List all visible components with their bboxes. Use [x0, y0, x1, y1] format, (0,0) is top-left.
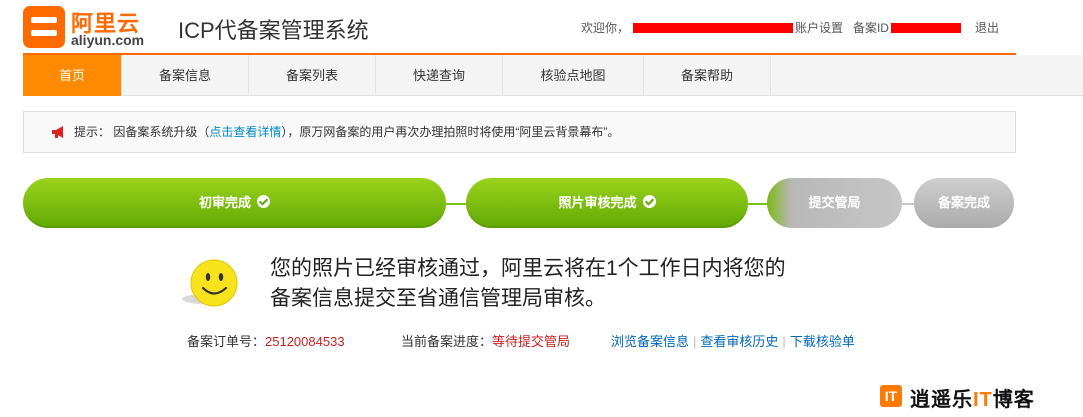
welcome-text: 欢迎你，: [580, 21, 629, 35]
action-links: 浏览备案信息 | 查看审核历史 | 下载核验单: [611, 331, 855, 350]
notice-details-link[interactable]: 点击查看详情: [209, 125, 281, 139]
download-verification-form-link[interactable]: 下载核验单: [790, 334, 855, 349]
filing-id-label: 备案ID: [852, 21, 889, 35]
header: 阿里云 aliyun.com ICP代备案管理系统 欢迎你， 账户设置 备案ID 退出: [0, 0, 1083, 55]
watermark-text: 逍遥乐IT博客: [910, 389, 1035, 411]
check-circle-icon: [642, 195, 656, 209]
nav-home[interactable]: 首页: [23, 55, 122, 96]
step-photo-review: 照片审核完成: [466, 178, 748, 228]
notice-prefix: 提示： 因备案系统升级（: [74, 125, 210, 139]
order-number: 备案订单号：25120084533: [187, 331, 345, 350]
step-label: 提交管局: [808, 195, 861, 210]
nav-filing-list[interactable]: 备案列表: [249, 55, 376, 96]
logo-text-en: aliyun.com: [71, 32, 145, 48]
step-label: 照片审核完成: [558, 195, 637, 210]
smiley-face-icon: [182, 259, 238, 307]
view-filing-info-link[interactable]: 浏览备案信息: [611, 334, 689, 349]
megaphone-icon: [52, 126, 63, 138]
watermark-logo-icon: IT: [880, 385, 902, 407]
account-settings-link[interactable]: 账户设置: [795, 21, 843, 35]
nav-filing-info[interactable]: 备案信息: [122, 55, 249, 96]
aliyun-logo-icon: [23, 6, 65, 48]
user-area: 欢迎你， 账户设置 备案ID 退出: [581, 19, 999, 37]
main-nav: 首页 备案信息 备案列表 快递查询 核验点地图 备案帮助: [23, 55, 1083, 96]
aliyun-logo[interactable]: 阿里云 aliyun.com: [23, 6, 155, 48]
status-message-line1: 您的照片已经审核通过，阿里云将在1个工作日内将您的: [270, 257, 786, 280]
notice-text: 提示： 因备案系统升级（点击查看详情），原万网备案的用户再次办理拍照时将使用“阿…: [74, 112, 619, 152]
link-separator: |: [693, 334, 697, 349]
notice-suffix: ），原万网备案的用户再次办理拍照时将使用“阿里云背景幕布”。: [281, 125, 620, 139]
nav-express-query[interactable]: 快递查询: [376, 55, 503, 96]
current-progress-label: 当前备案进度：: [401, 334, 493, 349]
view-review-history-link[interactable]: 查看审核历史: [700, 334, 778, 349]
nav-verification-map[interactable]: 核验点地图: [503, 55, 644, 96]
logout-link[interactable]: 退出: [975, 21, 999, 35]
check-circle-icon: [257, 195, 270, 209]
order-number-label: 备案订单号：: [187, 334, 266, 349]
link-separator: |: [782, 334, 786, 349]
notice-bar: 提示： 因备案系统升级（点击查看详情），原万网备案的用户再次办理拍照时将使用“阿…: [23, 111, 1016, 153]
status-message: 您的照片已经审核通过，阿里云将在1个工作日内将您的 备案信息提交至省通信管理局审…: [270, 254, 786, 314]
nav-filing-help[interactable]: 备案帮助: [644, 55, 771, 96]
status-message-line2: 备案信息提交至省通信管理局审核。: [270, 287, 606, 310]
current-progress: 当前备案进度：等待提交管局: [401, 331, 570, 350]
current-progress-value: 等待提交管局: [492, 334, 571, 349]
redacted-filing-id: [890, 22, 961, 33]
system-title: ICP代备案管理系统: [178, 18, 369, 43]
step-submit-bureau: 提交管局: [767, 178, 902, 228]
step-label: 初审完成: [198, 195, 251, 210]
step-initial-review: 初审完成: [23, 178, 446, 228]
step-filing-complete: 备案完成: [914, 178, 1014, 228]
redacted-username: [632, 22, 793, 33]
order-number-value: 25120084533: [265, 334, 345, 349]
step-label: 备案完成: [937, 195, 990, 210]
